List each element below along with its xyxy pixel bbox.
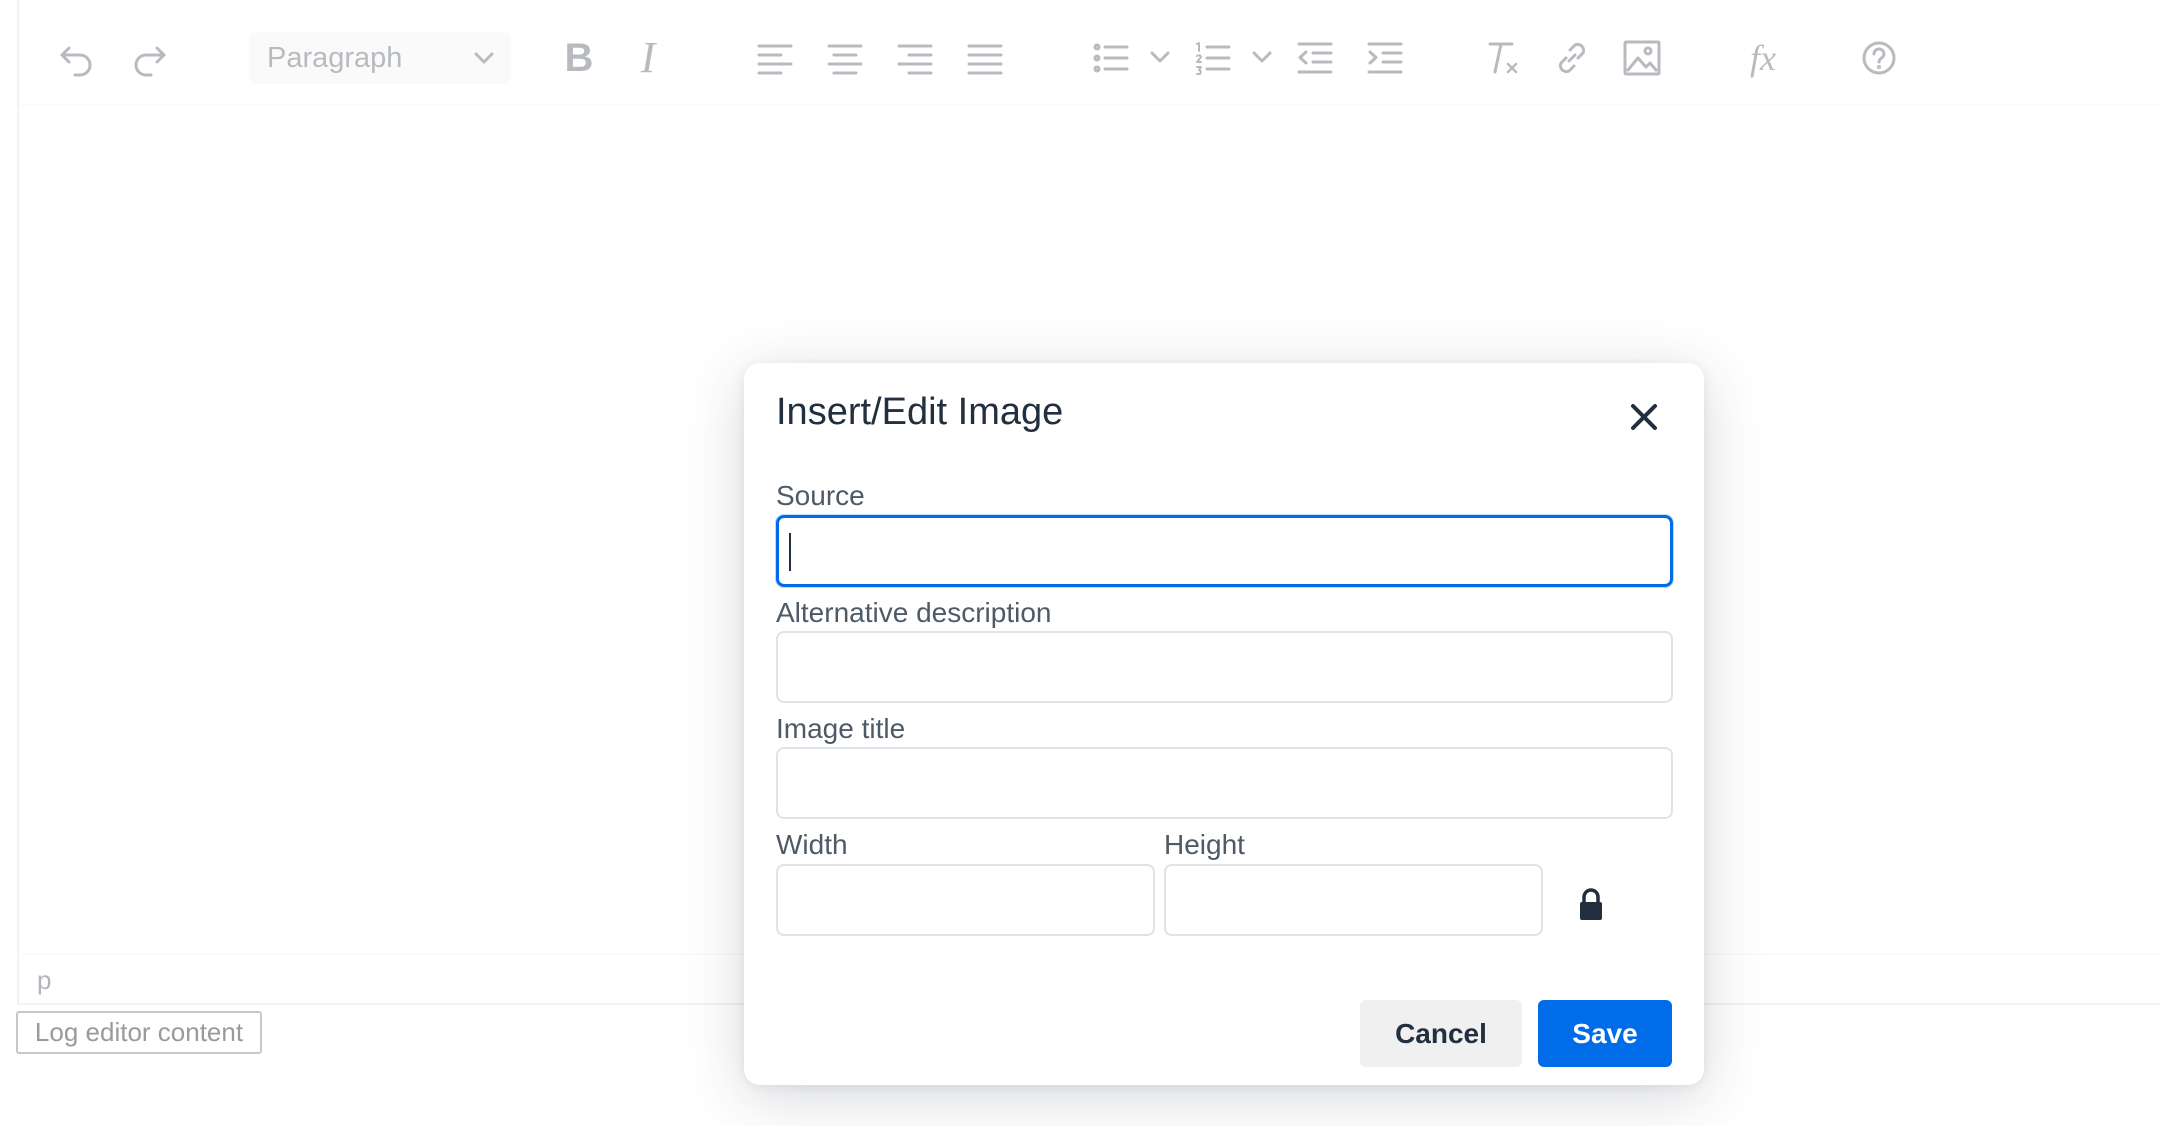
- log-editor-content-button[interactable]: Log editor content: [16, 1011, 262, 1054]
- height-label: Height: [1164, 829, 1245, 860]
- numbered-list-icon: [1196, 42, 1231, 75]
- alt-description-label: Alternative description: [776, 597, 1052, 628]
- alt-description-input[interactable]: [776, 631, 1673, 703]
- source-label: Source: [776, 480, 865, 511]
- element-path[interactable]: p: [37, 965, 51, 996]
- indent-icon: [1367, 42, 1403, 74]
- block-format-select[interactable]: Paragraph: [249, 32, 511, 84]
- help-icon: [1862, 41, 1896, 75]
- align-justify-icon: [967, 44, 1003, 75]
- close-icon: [1631, 404, 1657, 430]
- align-left-button[interactable]: [747, 30, 803, 86]
- align-center-icon: [827, 44, 863, 75]
- align-left-icon: [757, 44, 793, 75]
- width-input[interactable]: [776, 864, 1155, 936]
- outdent-icon: [1297, 42, 1333, 74]
- image-title-label: Image title: [776, 713, 906, 744]
- lock-icon: [1580, 888, 1602, 920]
- editor-toolbar: Paragraph B I fx: [19, 0, 2160, 106]
- image-button[interactable]: [1614, 30, 1670, 86]
- bullet-list-button[interactable]: [1083, 30, 1139, 86]
- chevron-down-icon: [471, 45, 497, 71]
- align-center-button[interactable]: [817, 30, 873, 86]
- insert-edit-image-dialog: Insert/Edit Image Source Alternative des…: [744, 363, 1704, 1085]
- align-justify-button[interactable]: [957, 30, 1013, 86]
- align-right-button[interactable]: [887, 30, 943, 86]
- formula-icon: fx: [1750, 38, 1776, 78]
- link-button[interactable]: [1544, 30, 1600, 86]
- bullet-list-chevron-down-icon[interactable]: [1147, 44, 1173, 70]
- image-icon: [1623, 40, 1661, 76]
- numbered-list-button[interactable]: [1185, 30, 1241, 86]
- clear-formatting-button[interactable]: [1474, 30, 1530, 86]
- block-format-label: Paragraph: [267, 41, 403, 74]
- help-button[interactable]: [1851, 30, 1907, 86]
- height-input[interactable]: [1164, 864, 1543, 936]
- undo-button[interactable]: [49, 30, 105, 86]
- text-caret: [789, 533, 791, 571]
- italic-button[interactable]: I: [620, 30, 676, 86]
- cancel-button[interactable]: Cancel: [1360, 1000, 1522, 1067]
- redo-icon: [134, 46, 166, 77]
- bold-button[interactable]: B: [551, 30, 607, 86]
- bold-icon: B: [564, 36, 594, 80]
- italic-icon: I: [640, 33, 656, 82]
- formula-button[interactable]: fx: [1735, 30, 1791, 86]
- link-icon: [1558, 42, 1586, 74]
- redo-button[interactable]: [121, 30, 177, 86]
- numbered-list-chevron-down-icon[interactable]: [1249, 44, 1275, 70]
- clear-formatting-icon: [1488, 42, 1518, 74]
- dialog-title: Insert/Edit Image: [776, 391, 1064, 433]
- image-title-input[interactable]: [776, 747, 1673, 819]
- indent-button[interactable]: [1357, 30, 1413, 86]
- save-button[interactable]: Save: [1538, 1000, 1672, 1067]
- outdent-button[interactable]: [1287, 30, 1343, 86]
- bullet-list-icon: [1093, 43, 1129, 73]
- width-label: Width: [776, 829, 848, 860]
- close-button[interactable]: [1618, 391, 1670, 443]
- undo-icon: [60, 46, 92, 77]
- source-input[interactable]: [776, 515, 1673, 587]
- constrain-proportions-button[interactable]: [1571, 879, 1611, 931]
- align-right-icon: [897, 44, 933, 75]
